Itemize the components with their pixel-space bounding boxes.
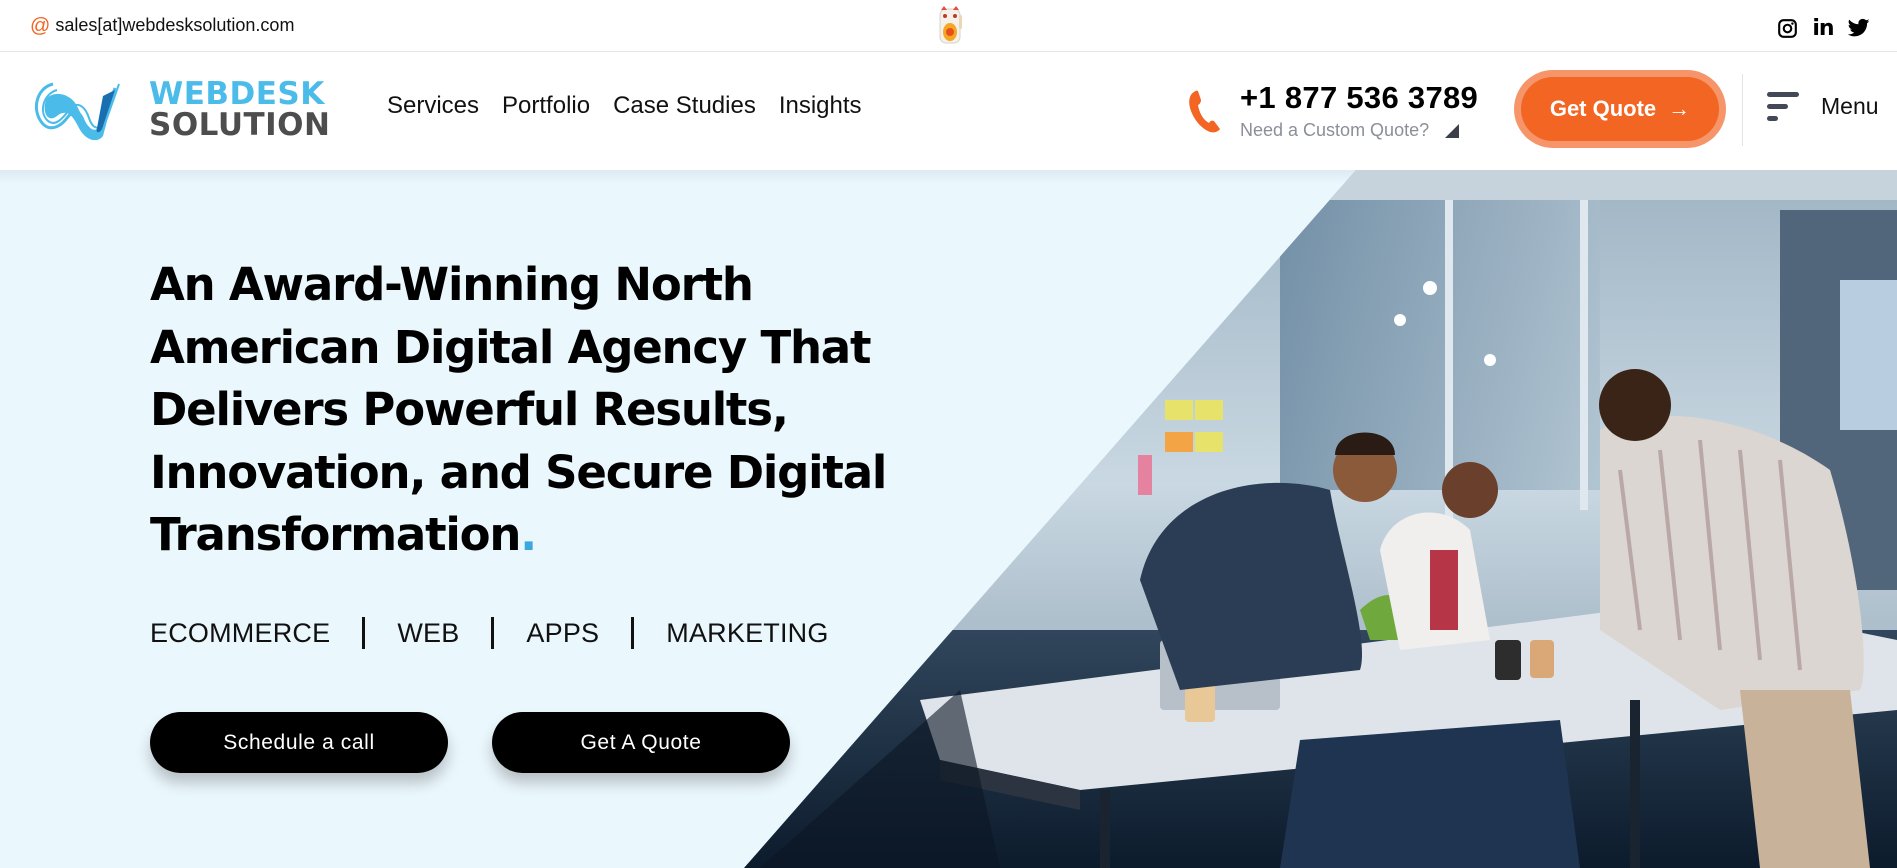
get-quote-label: Get Quote (1549, 96, 1657, 121)
email-link[interactable]: @ sales[at]webdesksolution.com (30, 15, 294, 36)
brand-wordmark: WEBDESK SOLUTION (149, 79, 330, 141)
main-navbar: WEBDESK SOLUTION Services Portfolio Case… (0, 52, 1897, 170)
get-quote-button[interactable]: Get Quote → (1514, 70, 1726, 148)
tag-separator (491, 617, 495, 649)
hero-get-quote-button[interactable]: Get A Quote (492, 712, 790, 773)
tag-apps: APPS (526, 617, 600, 648)
at-icon: @ (30, 14, 51, 37)
phone-icon (1189, 90, 1220, 133)
menu-toggle[interactable]: Menu (1767, 90, 1879, 122)
logo-mark-icon (34, 82, 120, 141)
arrow-right-icon: → (1668, 96, 1691, 121)
tag-separator (362, 617, 366, 649)
hamburger-icon (1767, 90, 1799, 122)
headline-accent-dot: . (520, 508, 537, 561)
nav-divider (1742, 74, 1743, 146)
primary-nav: Services Portfolio Case Studies Insights (387, 92, 862, 120)
corner-triangle-icon (1445, 123, 1460, 138)
phone-number[interactable]: +1 877 536 3789 (1240, 80, 1478, 116)
brand-line-1: WEBDESK (149, 76, 325, 112)
nav-link-portfolio[interactable]: Portfolio (502, 92, 590, 120)
hero-headline: An Award-Winning North American Digital … (150, 254, 910, 567)
top-bar: @ sales[at]webdesksolution.com in (0, 0, 1897, 52)
phone-contact[interactable]: +1 877 536 3789 Need a Custom Quote? (1188, 80, 1478, 141)
custom-quote-text: Need a Custom Quote? (1240, 120, 1430, 140)
tag-web: WEB (397, 617, 460, 648)
menu-label: Menu (1821, 92, 1879, 119)
linkedin-icon[interactable]: in (1812, 16, 1834, 41)
lucky-cat-icon (939, 6, 962, 44)
tag-separator (631, 617, 635, 649)
instagram-icon[interactable] (1776, 17, 1798, 39)
nav-link-case-studies[interactable]: Case Studies (613, 92, 756, 120)
hero-headline-text: An Award-Winning North American Digital … (150, 258, 887, 561)
social-links: in (1776, 16, 1870, 41)
nav-link-insights[interactable]: Insights (779, 92, 862, 120)
schedule-call-button[interactable]: Schedule a call (150, 712, 448, 773)
service-tags: ECOMMERCE WEB APPS MARKETING (150, 617, 829, 649)
brand-logo[interactable]: WEBDESK SOLUTION (31, 76, 330, 142)
twitter-icon[interactable] (1848, 17, 1870, 39)
brand-line-2: SOLUTION (149, 107, 331, 143)
tag-marketing: MARKETING (666, 617, 829, 648)
hero-section: An Award-Winning North American Digital … (0, 170, 1897, 868)
email-text: sales[at]webdesksolution.com (55, 15, 295, 35)
nav-link-services[interactable]: Services (387, 92, 479, 120)
tag-ecommerce: ECOMMERCE (150, 617, 331, 648)
